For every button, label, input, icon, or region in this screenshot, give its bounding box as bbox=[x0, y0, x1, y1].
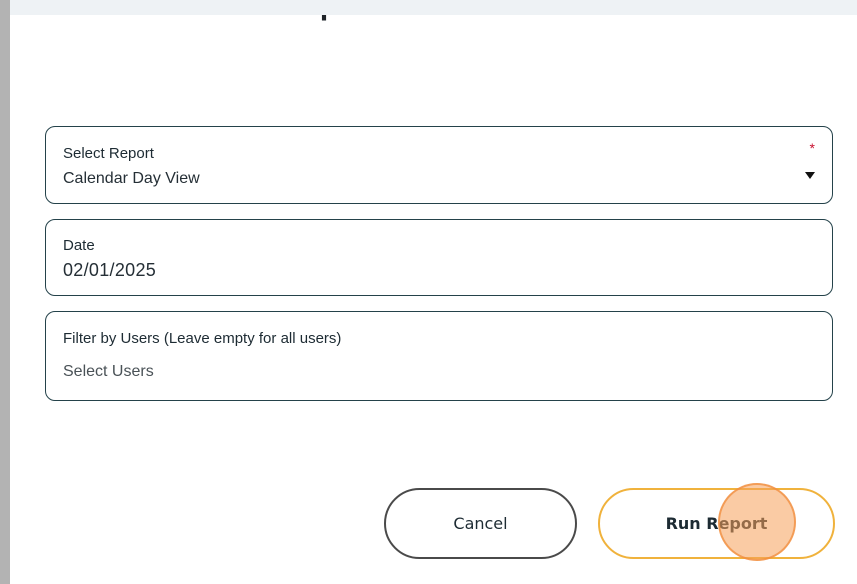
left-edge-bar bbox=[0, 0, 10, 584]
top-strip bbox=[0, 0, 857, 15]
users-filter-input[interactable]: Select Users bbox=[63, 363, 154, 381]
users-filter-label: Filter by Users (Leave empty for all use… bbox=[63, 330, 342, 347]
run-report-button-label: Run Report bbox=[665, 514, 768, 533]
date-field[interactable]: Date 02/01/2025 bbox=[45, 219, 833, 296]
report-select[interactable]: Select Report * Calendar Day View bbox=[45, 126, 833, 204]
report-select-value: Calendar Day View bbox=[63, 170, 200, 187]
required-indicator: * bbox=[809, 140, 815, 156]
cancel-button[interactable]: Cancel bbox=[384, 488, 577, 559]
date-field-label: Date bbox=[63, 237, 95, 254]
produce-report-dialog: Produce Report Select Report * Calendar … bbox=[0, 0, 857, 584]
cancel-button-label: Cancel bbox=[453, 514, 508, 533]
date-field-value[interactable]: 02/01/2025 bbox=[63, 260, 156, 281]
run-report-button[interactable]: Run Report bbox=[598, 488, 835, 559]
users-filter-field[interactable]: Filter by Users (Leave empty for all use… bbox=[45, 311, 833, 401]
report-select-label: Select Report bbox=[63, 145, 154, 162]
caret-down-icon[interactable] bbox=[805, 172, 815, 179]
